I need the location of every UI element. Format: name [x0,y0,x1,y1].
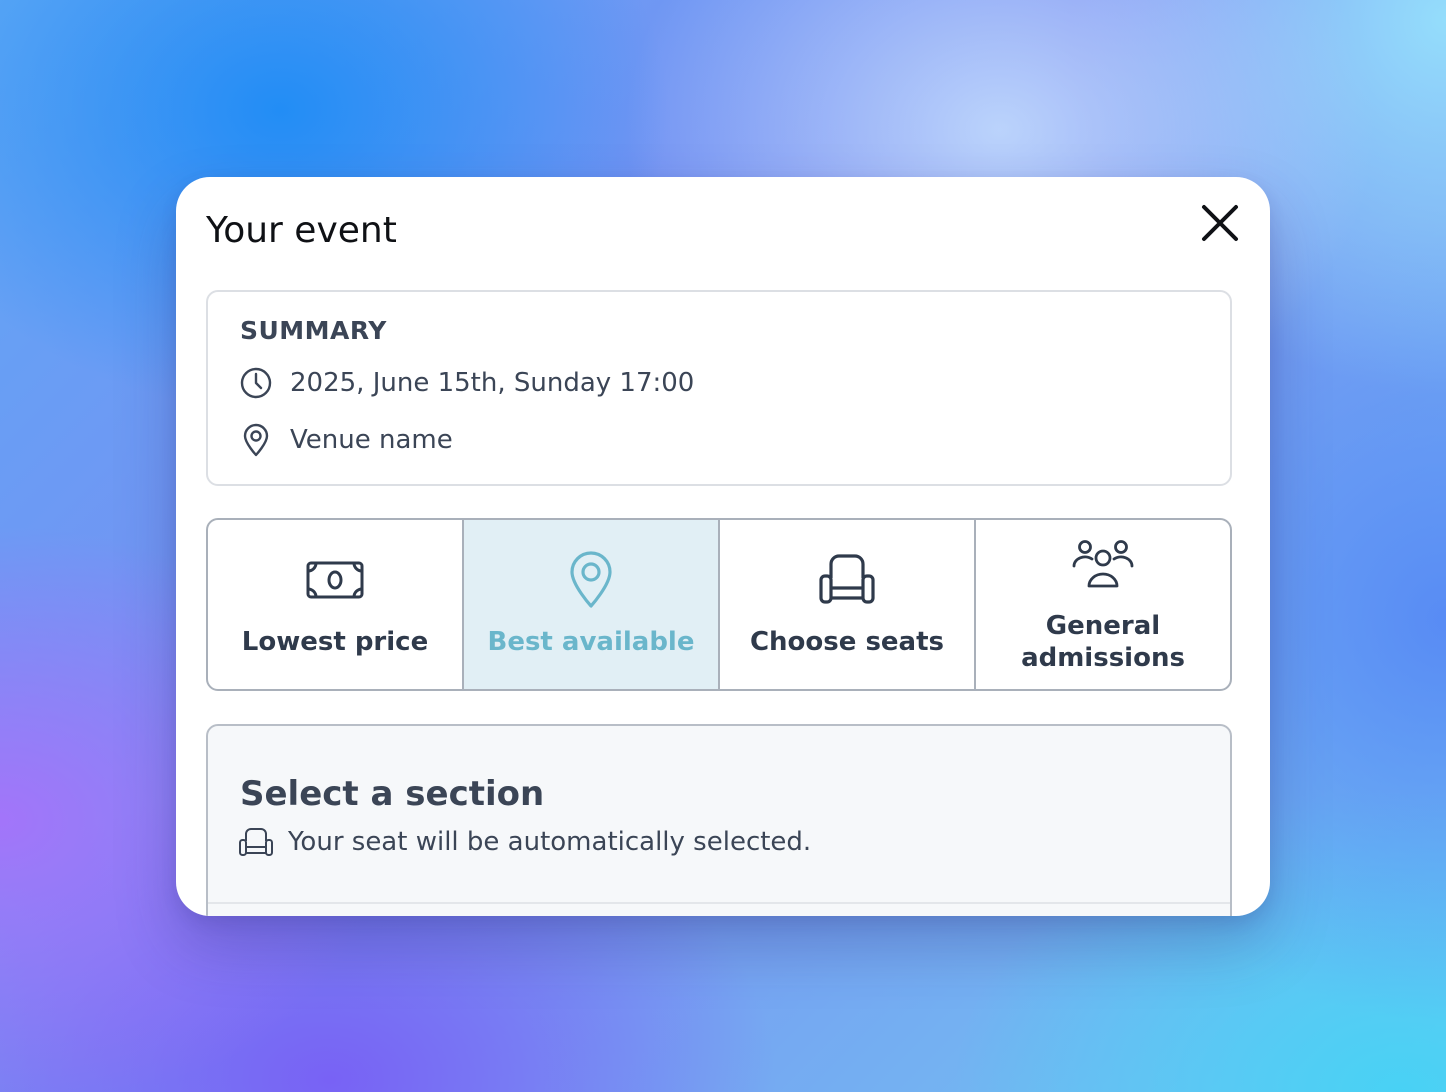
event-modal: Your event SUMMARY 2025, June 15th, Sund… [176,177,1270,916]
venue-row: Venue name [238,422,453,458]
option-choose-seats[interactable]: Choose seats [720,520,976,689]
summary-card: SUMMARY 2025, June 15th, Sunday 17:00 Ve… [206,290,1232,486]
event-date-row: 2025, June 15th, Sunday 17:00 [238,365,694,401]
option-label: General admissions [1021,611,1185,673]
option-label: Choose seats [749,627,945,657]
section-subtitle-row: Your seat will be automatically selected… [238,826,811,858]
location-pin-icon [570,551,612,608]
armchair-icon [239,828,273,856]
option-general-admissions[interactable]: General admissions [976,520,1230,689]
section-divider [208,902,1230,904]
seat-option-tabs: Lowest price Best available Choose seats [206,518,1232,691]
location-pin-icon [243,423,269,457]
section-title: Select a section [240,774,545,814]
section-panel: Select a section Your seat will be autom… [206,724,1232,916]
option-best-available[interactable]: Best available [464,520,720,689]
event-date: 2025, June 15th, Sunday 17:00 [290,368,695,398]
close-icon [1202,205,1238,241]
group-icon [1072,540,1134,588]
clock-icon [240,367,272,399]
armchair-icon [819,554,875,604]
venue-name: Venue name [290,425,453,455]
option-label: Best available [487,627,695,657]
section-subtitle: Your seat will be automatically selected… [288,827,812,857]
close-button[interactable] [1198,201,1242,245]
option-label: Lowest price [241,627,429,657]
summary-heading: SUMMARY [240,316,387,345]
option-lowest-price[interactable]: Lowest price [208,520,464,689]
modal-title: Your event [206,210,397,251]
banknote-icon [306,561,364,599]
